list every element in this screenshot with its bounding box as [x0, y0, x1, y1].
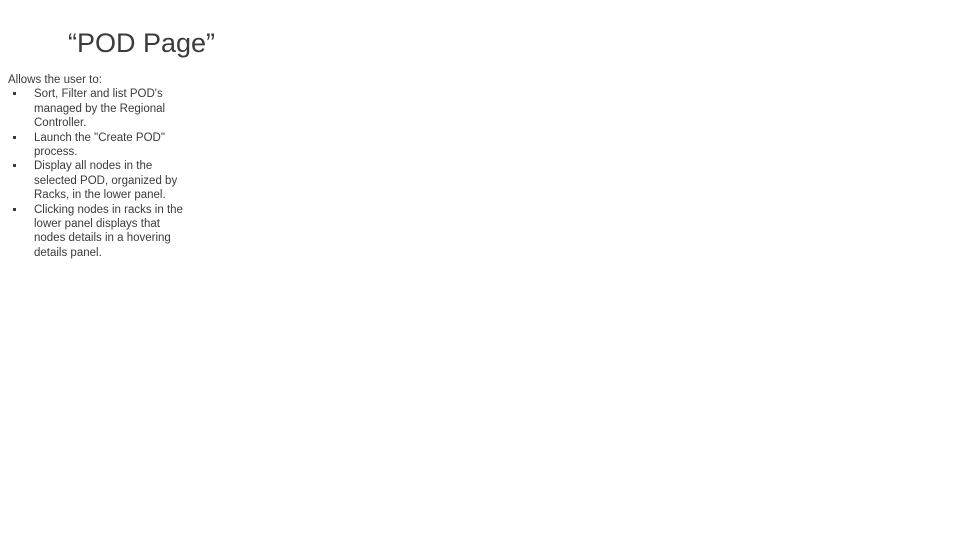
content-body: Allows the user to: Sort, Filter and lis…: [8, 73, 248, 260]
list-item-label: Display all nodes in the selected POD, o…: [34, 160, 178, 202]
list-item: Clicking nodes in racks in the lower pan…: [8, 203, 184, 261]
list-item-label: Launch the "Create POD" process.: [34, 131, 165, 159]
bullet-square-icon: [13, 92, 16, 96]
list-item: Launch the "Create POD" process.: [8, 131, 184, 160]
page-title: “POD Page”: [68, 28, 216, 58]
slide-canvas: “POD Page” Allows the user to: Sort, Fil…: [0, 0, 960, 540]
list-item: Display all nodes in the selected POD, o…: [8, 159, 184, 202]
bullet-square-icon: [13, 135, 16, 139]
bullet-list: Sort, Filter and list POD's managed by t…: [8, 87, 248, 260]
bullet-square-icon: [13, 207, 16, 211]
list-item-label: Clicking nodes in racks in the lower pan…: [34, 203, 183, 259]
intro-text: Allows the user to:: [8, 74, 102, 86]
bullet-square-icon: [13, 164, 16, 168]
list-item: Sort, Filter and list POD's managed by t…: [8, 87, 184, 130]
list-item-label: Sort, Filter and list POD's managed by t…: [34, 88, 166, 130]
